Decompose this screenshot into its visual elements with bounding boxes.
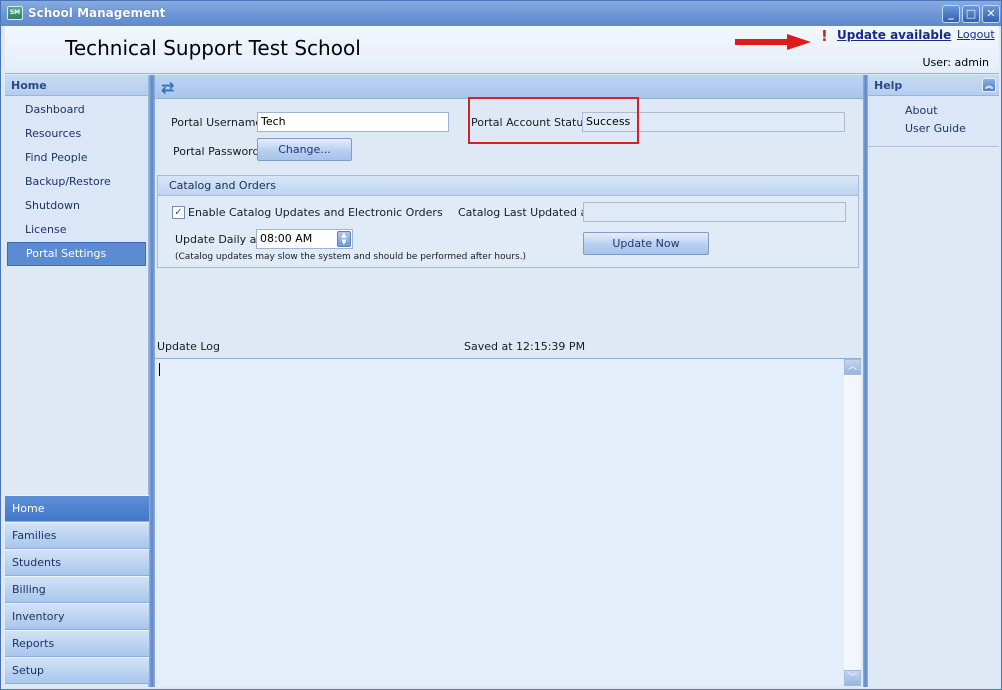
enable-catalog-checkbox[interactable]: ✓ bbox=[172, 206, 185, 219]
nav-item-resources[interactable]: Resources bbox=[5, 122, 148, 146]
nav-item-portal-settings[interactable]: Portal Settings bbox=[7, 242, 146, 266]
user-label: User: admin bbox=[922, 56, 989, 69]
collapse-icon[interactable]: ︽ bbox=[982, 78, 996, 92]
module-billing[interactable]: Billing bbox=[5, 576, 149, 603]
highlight-box bbox=[468, 97, 639, 144]
maximize-button[interactable]: □ bbox=[962, 5, 980, 23]
catalog-last-updated-value bbox=[583, 202, 846, 222]
update-daily-label: Update Daily at bbox=[175, 233, 261, 246]
nav-item-find-people[interactable]: Find People bbox=[5, 146, 148, 170]
refresh-icon[interactable]: ⇄ bbox=[161, 78, 174, 97]
module-students[interactable]: Students bbox=[5, 549, 149, 576]
change-password-button[interactable]: Change... bbox=[257, 138, 352, 161]
header: Technical Support Test School ! Update a… bbox=[5, 26, 999, 74]
school-name: Technical Support Test School bbox=[65, 36, 361, 60]
window-title: School Management bbox=[28, 6, 166, 20]
portal-password-label: Portal Password bbox=[173, 145, 260, 158]
main-toolbar: ⇄ bbox=[155, 75, 863, 99]
help-item-user-guide[interactable]: User Guide bbox=[868, 120, 999, 138]
app-icon: SM bbox=[7, 6, 23, 20]
minimize-button[interactable]: _ bbox=[942, 5, 960, 23]
module-setup[interactable]: Setup bbox=[5, 657, 149, 684]
module-home[interactable]: Home bbox=[5, 495, 149, 522]
close-button[interactable]: ✕ bbox=[982, 5, 1000, 23]
update-daily-time-value: 08:00 AM bbox=[260, 232, 313, 245]
update-log-textarea[interactable]: ︿ ﹀ bbox=[155, 358, 861, 686]
time-spinner-icon[interactable]: ▲ ▼ bbox=[337, 231, 351, 247]
module-inventory[interactable]: Inventory bbox=[5, 603, 149, 630]
checkmark-icon: ✓ bbox=[174, 207, 183, 218]
log-scrollbar[interactable]: ︿ ﹀ bbox=[844, 359, 861, 686]
title-bar[interactable]: SM School Management _ □ ✕ bbox=[1, 1, 1001, 26]
scroll-down-icon[interactable]: ﹀ bbox=[844, 670, 861, 686]
catalog-orders-group: Catalog and Orders ✓ Enable Catalog Upda… bbox=[157, 175, 859, 268]
nav-item-license[interactable]: License bbox=[5, 218, 148, 242]
nav-item-dashboard[interactable]: Dashboard bbox=[5, 98, 148, 122]
update-now-button[interactable]: Update Now bbox=[583, 232, 709, 255]
catalog-last-updated-label: Catalog Last Updated at bbox=[458, 206, 592, 219]
update-daily-time-input[interactable]: 08:00 AM ▲ ▼ bbox=[256, 229, 353, 249]
nav-list: Dashboard Resources Find People Backup/R… bbox=[5, 96, 148, 266]
module-nav: Home Families Students Billing Inventory… bbox=[5, 495, 149, 684]
main-content: ⇄ Portal Username Tech Portal Password C… bbox=[155, 75, 863, 687]
logout-link[interactable]: Logout bbox=[957, 28, 995, 41]
catalog-orders-heading: Catalog and Orders bbox=[158, 176, 858, 196]
portal-username-input[interactable]: Tech bbox=[257, 112, 449, 132]
portal-username-label: Portal Username bbox=[171, 116, 263, 129]
update-available-link[interactable]: Update available bbox=[837, 28, 951, 42]
alert-icon: ! bbox=[821, 27, 828, 45]
nav-item-shutdown[interactable]: Shutdown bbox=[5, 194, 148, 218]
update-log-label: Update Log bbox=[157, 340, 220, 353]
help-heading-text: Help bbox=[874, 79, 903, 92]
module-families[interactable]: Families bbox=[5, 522, 149, 549]
scroll-up-icon[interactable]: ︿ bbox=[844, 359, 861, 375]
help-panel: Help ︽ About User Guide bbox=[868, 75, 999, 687]
saved-at-label: Saved at 12:15:39 PM bbox=[464, 340, 586, 353]
module-reports[interactable]: Reports bbox=[5, 630, 149, 657]
enable-catalog-label: Enable Catalog Updates and Electronic Or… bbox=[188, 206, 443, 219]
help-list: About User Guide bbox=[868, 96, 999, 147]
left-nav-panel: Home Dashboard Resources Find People Bac… bbox=[5, 75, 149, 687]
app-window: SM School Management _ □ ✕ Technical Sup… bbox=[0, 0, 1002, 690]
help-heading: Help ︽ bbox=[868, 75, 999, 96]
nav-heading: Home bbox=[5, 75, 148, 96]
nav-item-backup-restore[interactable]: Backup/Restore bbox=[5, 170, 148, 194]
text-caret bbox=[159, 363, 160, 376]
annotation-arrow-icon bbox=[735, 34, 811, 50]
catalog-note: (Catalog updates may slow the system and… bbox=[175, 252, 527, 262]
help-item-about[interactable]: About bbox=[868, 102, 999, 120]
